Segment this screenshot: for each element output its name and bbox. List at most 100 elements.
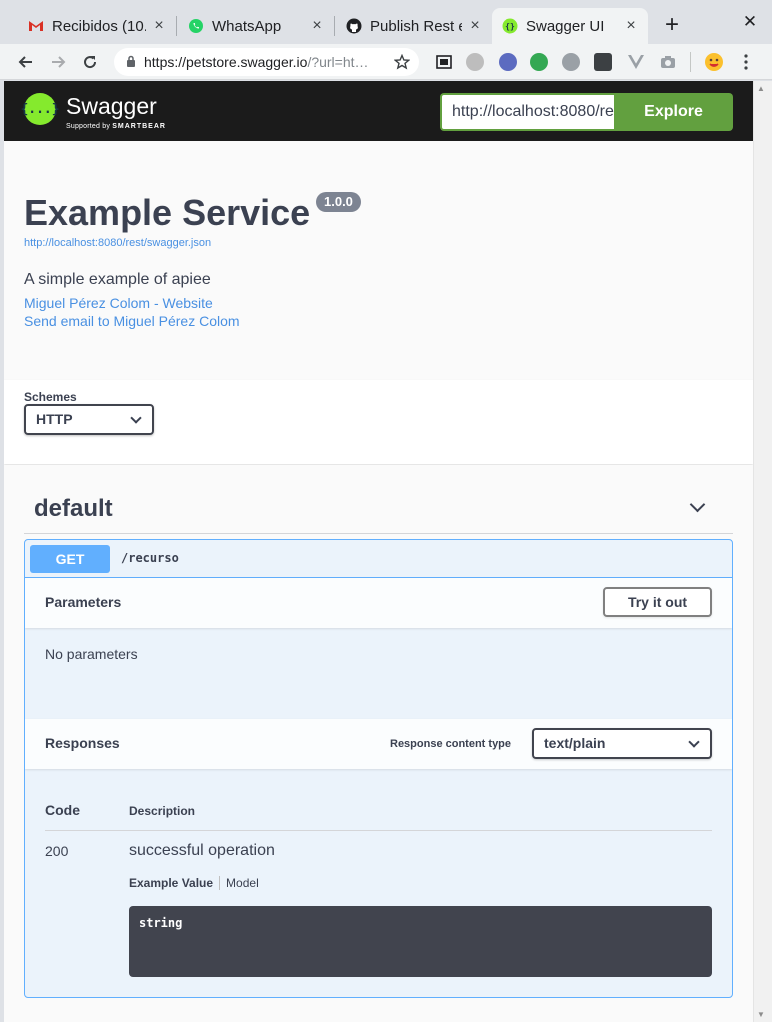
extension-vue-button[interactable] — [622, 48, 650, 76]
tab-divider — [219, 876, 221, 890]
schemes-section: Schemes HTTP — [4, 380, 753, 464]
browser-toolbar: https://petstore.swagger.io/?url=ht… 2 — [0, 44, 772, 121]
tab-separator — [176, 16, 177, 36]
arrow-left-icon — [18, 56, 32, 68]
tag-name: default — [34, 495, 113, 522]
schemes-selected-value: HTTP — [36, 411, 73, 427]
tab-separator — [334, 16, 335, 36]
close-icon[interactable]: × — [152, 17, 166, 35]
explore-button[interactable]: Explore — [614, 93, 733, 131]
bookmark-button[interactable] — [388, 48, 416, 76]
swagger-topbar: {...} Swagger Supported by SMARTBEAR htt… — [4, 81, 753, 141]
response-content-type-select[interactable]: text/plain — [532, 728, 712, 759]
chevron-down-icon[interactable] — [689, 496, 706, 513]
author-website-link[interactable]: Miguel Pérez Colom - Website — [24, 295, 213, 311]
whatsapp-icon — [189, 19, 203, 33]
tab-gmail[interactable]: Recibidos (10. × — [18, 8, 176, 44]
profile-button[interactable] — [700, 48, 728, 76]
extension-camera-button[interactable] — [654, 48, 682, 76]
example-code-block: string — [129, 906, 712, 977]
tab-swagger-ui[interactable]: {} Swagger UI × — [492, 8, 648, 44]
kebab-menu-icon — [744, 54, 748, 70]
window-close-button[interactable]: ✕ — [740, 10, 760, 34]
supported-by-text: Supported by — [66, 123, 111, 130]
tag-section-header[interactable]: default — [24, 485, 733, 534]
close-icon[interactable]: × — [624, 17, 638, 35]
star-icon — [394, 54, 410, 70]
example-code-text: string — [139, 916, 183, 930]
extension-gray-circle-icon[interactable] — [466, 53, 484, 71]
swagger-brand-name: Swagger — [66, 93, 157, 119]
responses-title: Responses — [45, 735, 120, 751]
http-method-badge: GET — [30, 545, 110, 573]
reload-button[interactable] — [76, 48, 104, 76]
responses-header: Responses Response content type text/pla… — [25, 719, 732, 769]
version-badge: 1.0.0 — [316, 192, 361, 212]
operation-path: /recurso — [121, 551, 179, 565]
page-viewport: {...} Swagger Supported by SMARTBEAR htt… — [4, 81, 753, 1022]
screenshot-extension-button[interactable] — [430, 48, 458, 76]
schemes-label: Schemes — [24, 390, 77, 404]
divider — [45, 830, 712, 831]
extension-bulb-icon[interactable] — [594, 53, 612, 71]
api-info-section: Example Service 1.0.0 http://localhost:8… — [4, 141, 753, 380]
back-button[interactable] — [12, 48, 40, 76]
smartbear-text: SMARTBEAR — [112, 123, 166, 130]
scroll-up-arrow-icon[interactable]: ▲ — [757, 84, 765, 93]
forward-button[interactable] — [44, 48, 72, 76]
tab-example-value[interactable]: Example Value — [129, 876, 213, 890]
page-scrollbar[interactable] — [753, 81, 772, 1022]
avatar-icon — [705, 53, 723, 71]
no-parameters-text: No parameters — [45, 646, 138, 662]
toolbar-divider — [690, 52, 691, 72]
close-icon[interactable]: × — [468, 17, 482, 35]
tab-whatsapp[interactable]: WhatsApp × — [178, 8, 334, 44]
operation-summary[interactable]: GET /recurso — [25, 540, 732, 578]
operation-block: GET /recurso Parameters Try it out No pa… — [24, 539, 733, 998]
new-tab-button[interactable]: + — [660, 12, 684, 38]
responses-col-code: Code — [45, 802, 80, 818]
url-path: /?url=ht… — [307, 54, 369, 70]
spec-url-input[interactable]: http://localhost:8080/rest/swagger.json — [440, 93, 614, 131]
tab-title: Swagger UI — [526, 17, 605, 35]
tab-model[interactable]: Model — [226, 876, 259, 890]
responses-col-description: Description — [129, 804, 196, 818]
swagger-icon: {} — [502, 18, 518, 34]
tab-github[interactable]: Publish Rest e × — [336, 8, 492, 44]
lock-icon — [126, 55, 136, 70]
content-type-value: text/plain — [544, 735, 606, 751]
parameters-title: Parameters — [45, 594, 122, 610]
spec-url-link[interactable]: http://localhost:8080/rest/swagger.json — [24, 237, 211, 249]
schemes-select[interactable]: HTTP — [24, 404, 154, 435]
svg-text:{}: {} — [505, 22, 515, 31]
response-code: 200 — [45, 843, 69, 859]
extension-ws-icon[interactable] — [499, 53, 517, 71]
url-host: https://petstore.swagger.io — [144, 54, 308, 70]
tab-title: Publish Rest e — [370, 17, 462, 35]
reload-icon — [84, 56, 97, 69]
gmail-icon — [29, 21, 43, 31]
capture-icon — [436, 55, 452, 69]
close-icon[interactable]: × — [310, 17, 324, 35]
extension-fedora-icon[interactable] — [562, 53, 580, 71]
github-icon — [346, 18, 362, 34]
response-content-type-label: Response content type — [390, 738, 512, 750]
response-description: successful operation — [129, 842, 275, 859]
page-title: Example Service — [24, 192, 311, 233]
parameters-header: Parameters Try it out — [25, 578, 732, 628]
try-it-out-button[interactable]: Try it out — [603, 587, 712, 617]
chevron-down-icon — [688, 736, 700, 748]
swagger-logo-icon[interactable]: {...} — [20, 93, 60, 125]
example-model-tabs: Example Value Model — [129, 876, 259, 890]
author-email-link[interactable]: Send email to Miguel Pérez Colom — [24, 313, 240, 329]
address-bar[interactable]: https://petstore.swagger.io/?url=ht… — [114, 48, 419, 76]
extension-green-icon[interactable] — [530, 53, 548, 71]
scroll-down-arrow-icon[interactable]: ▼ — [757, 1010, 765, 1019]
tab-strip: Recibidos (10. × WhatsApp × Publish Rest… — [0, 0, 772, 44]
arrow-right-icon — [52, 56, 66, 68]
browser-menu-button[interactable] — [732, 48, 760, 76]
tab-title: WhatsApp — [212, 17, 282, 35]
vue-icon — [628, 55, 644, 69]
swagger-supported-by: Supported by SMARTBEAR — [66, 123, 166, 130]
camera-icon — [661, 56, 675, 68]
